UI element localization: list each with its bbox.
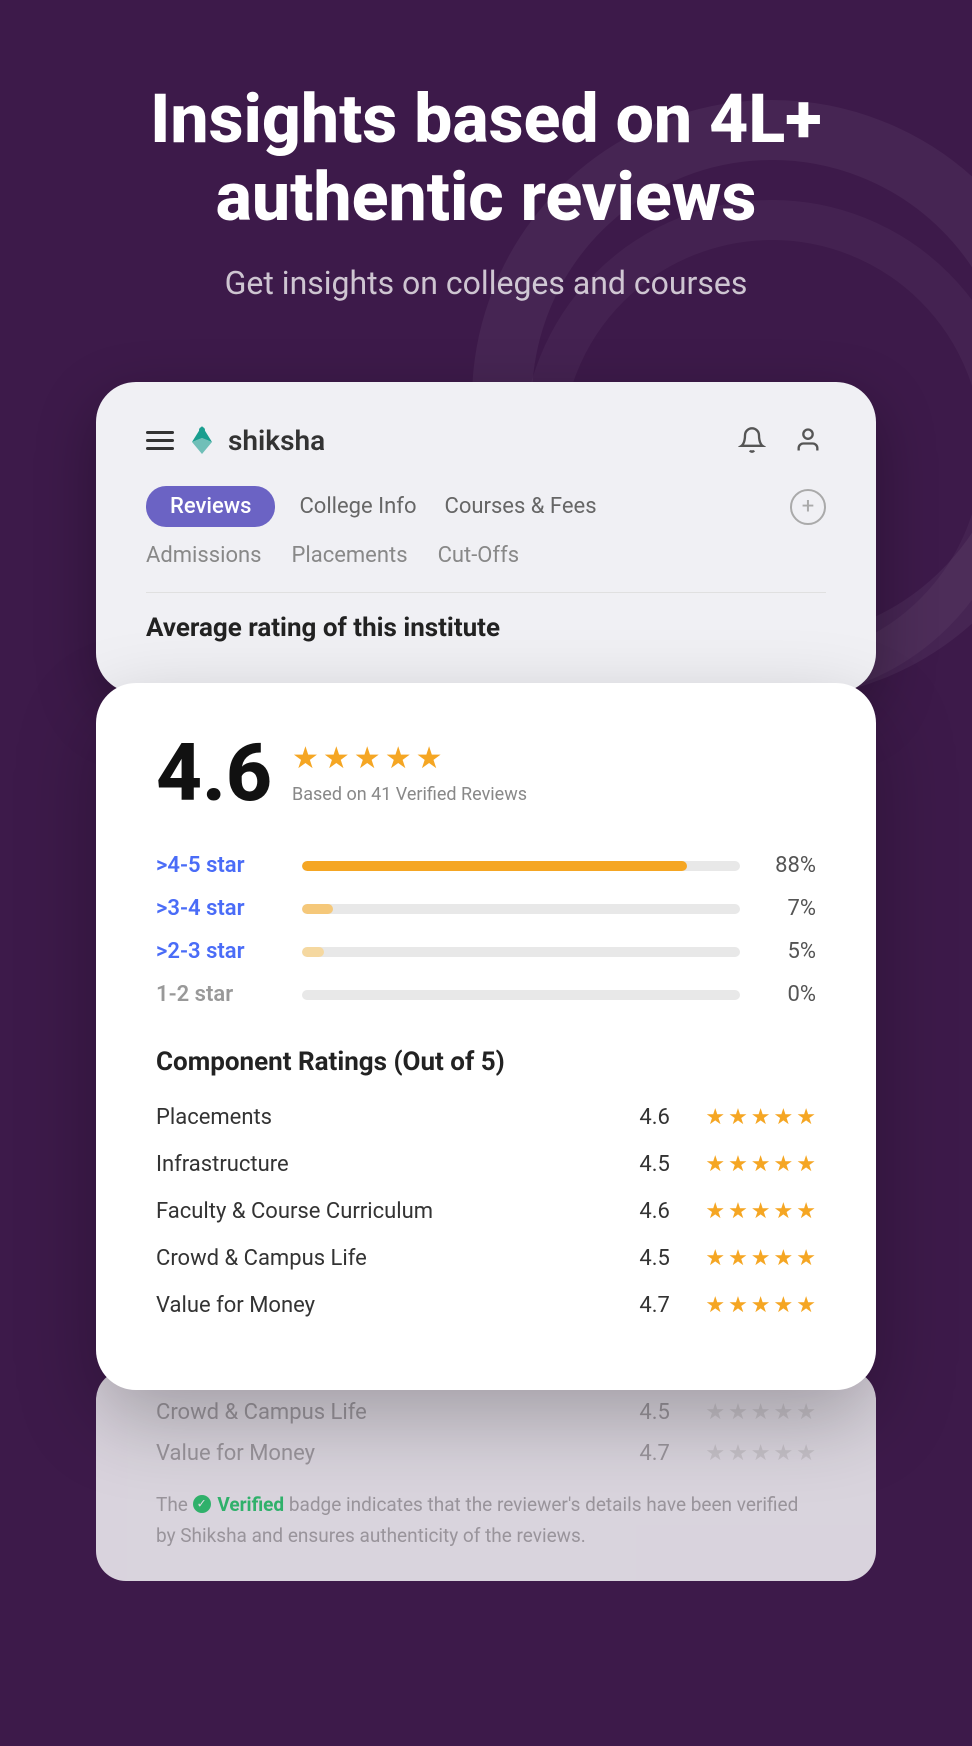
phone-mockup: shiksha Reviews: [96, 382, 876, 1581]
logo-text: shiksha: [228, 424, 325, 457]
verified-prefix: The: [156, 1493, 193, 1516]
bar-track-2: [302, 904, 740, 914]
tab-courses-fees[interactable]: Courses & Fees: [441, 486, 601, 527]
verified-badge-icon: [193, 1495, 211, 1513]
hamburger-icon[interactable]: [146, 431, 174, 450]
bar-track-1: [302, 861, 740, 871]
component-value: Value for Money 4.7 ★ ★ ★ ★ ★: [156, 1293, 816, 1318]
card-bottom-blur: Crowd & Campus Life 4.5 ★ ★ ★ ★ ★ Value …: [96, 1370, 876, 1581]
tabs-row-1: Reviews College Info Courses & Fees +: [146, 486, 826, 527]
tabs-row-2: Admissions Placements Cut-Offs: [146, 543, 826, 568]
blur-row-value: Value for Money 4.7 ★ ★ ★ ★ ★: [156, 1441, 816, 1466]
verified-word: Verified: [217, 1493, 284, 1516]
blur-score-campus: 4.5: [639, 1400, 689, 1425]
bar-row-4: 1-2 star 0%: [156, 982, 816, 1007]
bar-label-4: 1-2 star: [156, 982, 286, 1007]
bar-label-1: >4-5 star: [156, 853, 286, 878]
tab-cutoffs[interactable]: Cut-Offs: [438, 543, 520, 568]
tab-admissions[interactable]: Admissions: [146, 543, 262, 568]
bar-label-2: >3-4 star: [156, 896, 286, 921]
star-half: ★: [416, 741, 443, 776]
app-card-back: shiksha Reviews: [96, 382, 876, 693]
bar-pct-2: 7%: [756, 896, 816, 921]
hero-title: Insights based on 4L+ authentic reviews: [60, 80, 912, 236]
blur-score-value: 4.7: [639, 1441, 689, 1466]
component-infrastructure: Infrastructure 4.5 ★ ★ ★ ★ ★: [156, 1152, 816, 1177]
component-name-placements: Placements: [156, 1105, 623, 1130]
component-name-faculty: Faculty & Course Curriculum: [156, 1199, 623, 1224]
bar-pct-1: 88%: [756, 853, 816, 878]
star-4: ★: [385, 741, 412, 776]
header-icons: [734, 422, 826, 458]
bar-fill-3: [302, 947, 324, 957]
tab-placements[interactable]: Placements: [292, 543, 408, 568]
blur-name-campus: Crowd & Campus Life: [156, 1400, 623, 1425]
blur-name-value: Value for Money: [156, 1441, 623, 1466]
component-campus: Crowd & Campus Life 4.5 ★ ★ ★ ★ ★: [156, 1246, 816, 1271]
tab-college-info[interactable]: College Info: [295, 486, 420, 527]
stars-row: ★ ★ ★ ★ ★: [292, 741, 527, 776]
verified-text: The Verified badge indicates that the re…: [156, 1490, 816, 1551]
star-2: ★: [323, 741, 350, 776]
bar-row-2: >3-4 star 7%: [156, 896, 816, 921]
bar-fill-2: [302, 904, 333, 914]
mini-stars-placements: ★ ★ ★ ★ ★: [705, 1105, 816, 1130]
shiksha-logo-icon: [184, 422, 220, 458]
rating-main: 4.6 ★ ★ ★ ★ ★ Based on 41 Verified Revie…: [156, 733, 816, 813]
component-name-value: Value for Money: [156, 1293, 623, 1318]
mini-stars-value: ★ ★ ★ ★ ★: [705, 1293, 816, 1318]
star-3: ★: [354, 741, 381, 776]
user-icon[interactable]: [790, 422, 826, 458]
tab-reviews[interactable]: Reviews: [146, 486, 275, 527]
component-score-placements: 4.6: [639, 1105, 689, 1130]
bell-icon[interactable]: [734, 422, 770, 458]
hero-subtitle: Get insights on colleges and courses: [60, 264, 912, 302]
bar-row-1: >4-5 star 88%: [156, 853, 816, 878]
mini-stars-faculty: ★ ★ ★ ★ ★: [705, 1199, 816, 1224]
rating-based: Based on 41 Verified Reviews: [292, 784, 527, 805]
mini-stars-campus: ★ ★ ★ ★ ★: [705, 1246, 816, 1271]
component-faculty: Faculty & Course Curriculum 4.6 ★ ★ ★ ★ …: [156, 1199, 816, 1224]
logo-container: shiksha: [184, 422, 325, 458]
bar-track-3: [302, 947, 740, 957]
bar-pct-4: 0%: [756, 982, 816, 1007]
component-ratings: Component Ratings (Out of 5) Placements …: [156, 1047, 816, 1318]
blur-stars-campus: ★ ★ ★ ★ ★: [705, 1400, 816, 1425]
component-score-value: 4.7: [639, 1293, 689, 1318]
bar-label-3: >2-3 star: [156, 939, 286, 964]
blur-row-campus: Crowd & Campus Life 4.5 ★ ★ ★ ★ ★: [156, 1400, 816, 1425]
component-placements: Placements 4.6 ★ ★ ★ ★ ★: [156, 1105, 816, 1130]
component-name-infrastructure: Infrastructure: [156, 1152, 623, 1177]
ratings-card: 4.6 ★ ★ ★ ★ ★ Based on 41 Verified Revie…: [96, 683, 876, 1390]
bar-fill-1: [302, 861, 687, 871]
tab-plus-icon[interactable]: +: [790, 489, 826, 525]
star-1: ★: [292, 741, 319, 776]
bar-row-3: >2-3 star 5%: [156, 939, 816, 964]
rating-heading: Average rating of this institute: [146, 592, 826, 653]
mini-stars-infrastructure: ★ ★ ★ ★ ★: [705, 1152, 816, 1177]
component-score-infrastructure: 4.5: [639, 1152, 689, 1177]
hero-section: Insights based on 4L+ authentic reviews …: [0, 0, 972, 342]
component-title: Component Ratings (Out of 5): [156, 1047, 816, 1077]
rating-stars-group: ★ ★ ★ ★ ★ Based on 41 Verified Reviews: [292, 741, 527, 805]
rating-bars: >4-5 star 88% >3-4 star 7% >2-3 star 5%: [156, 853, 816, 1007]
component-score-campus: 4.5: [639, 1246, 689, 1271]
bar-pct-3: 5%: [756, 939, 816, 964]
rating-score: 4.6: [156, 733, 272, 813]
component-name-campus: Crowd & Campus Life: [156, 1246, 623, 1271]
app-header: shiksha: [146, 422, 826, 458]
bar-track-4: [302, 990, 740, 1000]
component-score-faculty: 4.6: [639, 1199, 689, 1224]
blur-stars-value: ★ ★ ★ ★ ★: [705, 1441, 816, 1466]
